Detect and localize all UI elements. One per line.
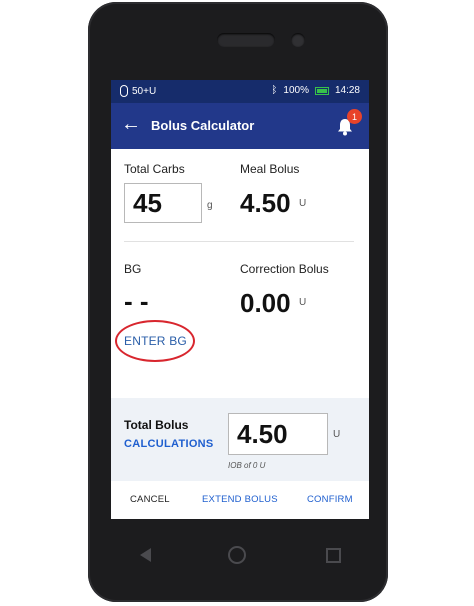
meal-bolus-label: Meal Bolus: [240, 162, 300, 176]
enter-bg-link[interactable]: ENTER BG: [124, 334, 187, 348]
total-carbs-label: Total Carbs: [124, 162, 185, 176]
pod-status-text: 50+U: [132, 85, 157, 97]
app-bar: ← Bolus Calculator 1: [111, 103, 369, 149]
total-bolus-unit: U: [333, 429, 341, 440]
meal-bolus-value: 4.50: [240, 188, 291, 218]
total-bolus-input[interactable]: 4.50: [228, 413, 328, 455]
section-divider: [124, 241, 354, 242]
correction-bolus-value: 0.00: [240, 288, 291, 318]
nav-recent-apps-icon[interactable]: [326, 548, 341, 563]
total-bolus-panel: Total Bolus CALCULATIONS 4.50 U IOB of 0…: [111, 398, 369, 481]
notification-badge: 1: [347, 109, 362, 124]
screen: 50+U ᛒ 100% 14:28 ← Bolus Calculator 1 T…: [111, 80, 369, 519]
pod-status: 50+U: [120, 85, 156, 97]
total-bolus-label: Total Bolus: [124, 418, 189, 432]
back-arrow-icon[interactable]: ←: [121, 113, 141, 135]
status-bar: 50+U ᛒ 100% 14:28: [111, 80, 369, 103]
bg-value: - -: [124, 286, 149, 316]
carbs-unit: g: [207, 200, 213, 211]
bluetooth-icon: ᛒ: [271, 85, 278, 96]
battery-charging-icon: [314, 86, 329, 95]
phone-device: 50+U ᛒ 100% 14:28 ← Bolus Calculator 1 T…: [88, 2, 388, 602]
page-title: Bolus Calculator: [151, 118, 255, 133]
cancel-button[interactable]: CANCEL: [130, 494, 170, 505]
action-footer: CANCEL EXTEND BOLUS CONFIRM: [111, 481, 369, 519]
correction-bolus-unit: U: [299, 297, 307, 308]
earpiece-speaker: [217, 33, 275, 47]
notifications-button[interactable]: 1: [335, 109, 362, 139]
calculations-link[interactable]: CALCULATIONS: [124, 438, 214, 450]
confirm-button[interactable]: CONFIRM: [307, 494, 353, 505]
meal-bolus-unit: U: [299, 198, 307, 209]
correction-bolus-label: Correction Bolus: [240, 262, 329, 276]
pod-icon: [120, 85, 128, 97]
nav-back-icon[interactable]: [140, 548, 151, 562]
iob-text: IOB of 0 U: [228, 461, 266, 470]
bg-label: BG: [124, 262, 142, 276]
clock: 14:28: [334, 85, 360, 96]
battery-percent: 100%: [283, 85, 309, 96]
status-right: ᛒ 100% 14:28: [271, 85, 360, 96]
total-carbs-input[interactable]: 45: [124, 183, 202, 223]
front-camera: [291, 33, 305, 47]
extend-bolus-button[interactable]: EXTEND BOLUS: [202, 494, 278, 505]
nav-home-icon[interactable]: [228, 546, 246, 564]
